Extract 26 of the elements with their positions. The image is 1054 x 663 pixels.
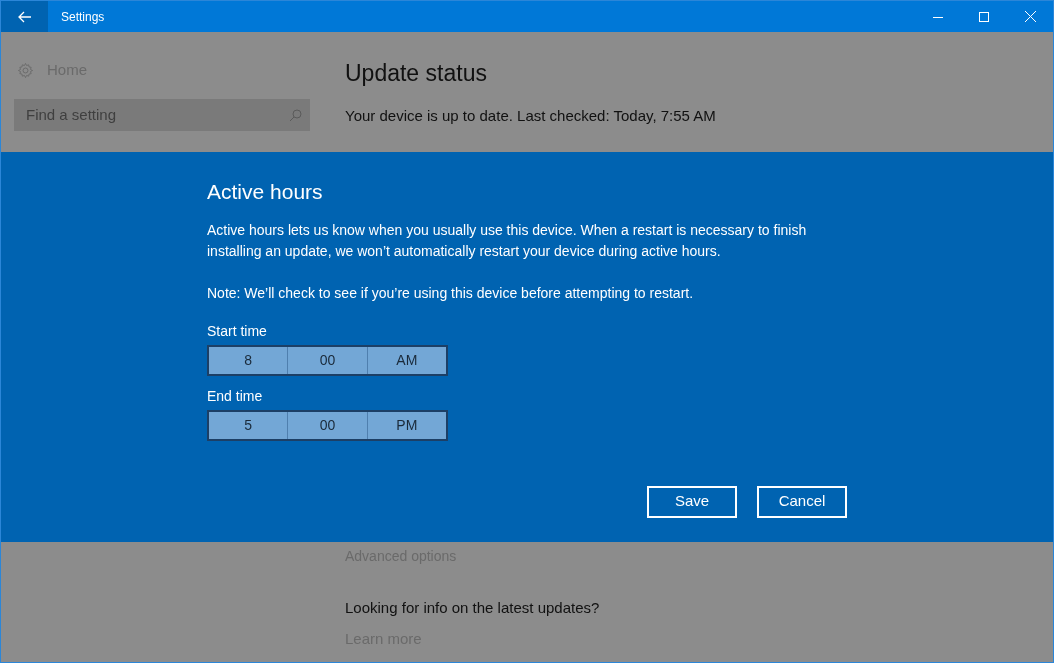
section-heading: Update status: [345, 59, 488, 88]
time-segment[interactable]: 00: [288, 411, 368, 439]
window-title: Settings: [61, 8, 105, 26]
time-picker[interactable]: 8 00 AM: [207, 344, 448, 376]
time-segment[interactable]: AM: [367, 346, 446, 374]
dialog-title: Active hours: [207, 179, 324, 205]
back-arrow-icon: [17, 10, 32, 23]
time-segment[interactable]: 8: [209, 346, 289, 374]
close-icon: [1024, 11, 1036, 22]
search-field[interactable]: Find a setting: [14, 98, 310, 131]
time-segment[interactable]: 00: [288, 346, 368, 374]
search-icon: [289, 108, 302, 122]
dialog-note: Note: We’ll check to see if you’re using this device before attempting to restart.: [207, 283, 695, 303]
info-heading: Looking for info on the latest updates?: [345, 598, 601, 618]
time-segment[interactable]: PM: [367, 411, 446, 439]
time-picker[interactable]: 5 00 PM: [207, 409, 448, 441]
dialog-description: Active hours lets us know when you usually use this device. When a restart is necessary to finish installing an update, we won’t automatically restart your device during active hours.: [207, 220, 808, 261]
dialog-button[interactable]: Save: [647, 485, 737, 518]
settings-icon: [17, 61, 34, 79]
status-text: Your device is up to date. Last checked: Today, 7:55 AM: [345, 105, 717, 126]
time-label: Start time: [207, 321, 268, 341]
time-label: End time: [207, 386, 264, 406]
time-segment[interactable]: 5: [209, 411, 289, 439]
maximize-icon: [979, 11, 989, 22]
dialog-button[interactable]: Cancel: [757, 485, 847, 518]
back-button[interactable]: [1, 1, 48, 32]
